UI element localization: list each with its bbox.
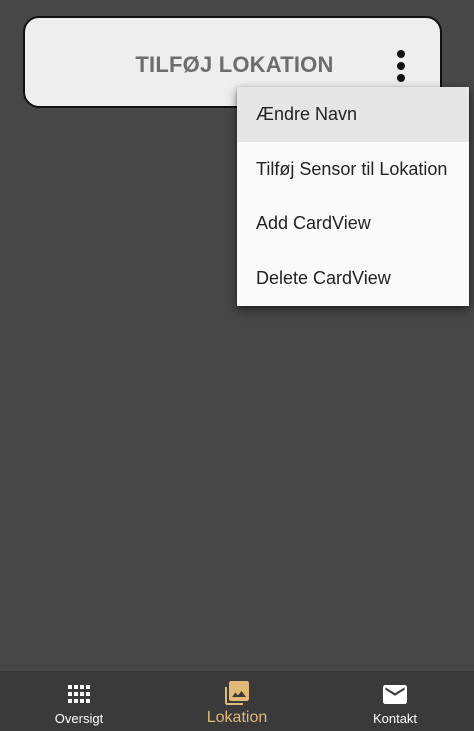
more-options-button[interactable] <box>387 46 415 86</box>
mail-icon <box>383 685 407 704</box>
nav-item-oversigt[interactable]: Oversigt <box>0 671 158 731</box>
bottom-navigation: Oversigt Lokation Kontakt <box>0 671 474 731</box>
nav-label-lokation: Lokation <box>206 709 268 726</box>
more-vert-icon <box>397 50 405 58</box>
grid-icon <box>68 685 90 703</box>
more-vert-icon-dot <box>397 74 405 82</box>
menu-item-add-cardview[interactable]: Add CardView <box>237 197 469 252</box>
menu-item-add-sensor[interactable]: Tilføj Sensor til Lokation <box>237 142 469 197</box>
nav-label-kontakt: Kontakt <box>372 711 418 726</box>
options-menu: Ændre Navn Tilføj Sensor til Lokation Ad… <box>237 87 469 306</box>
photo-library-icon <box>225 681 249 705</box>
nav-label-oversigt: Oversigt <box>54 711 104 726</box>
nav-item-lokation[interactable]: Lokation <box>158 671 316 731</box>
card-title: TILFØJ LOKATION <box>135 52 334 77</box>
menu-item-delete-cardview[interactable]: Delete CardView <box>237 251 469 306</box>
nav-item-kontakt[interactable]: Kontakt <box>316 671 474 731</box>
menu-item-rename[interactable]: Ændre Navn <box>237 87 469 142</box>
more-vert-icon-dot <box>397 62 405 70</box>
